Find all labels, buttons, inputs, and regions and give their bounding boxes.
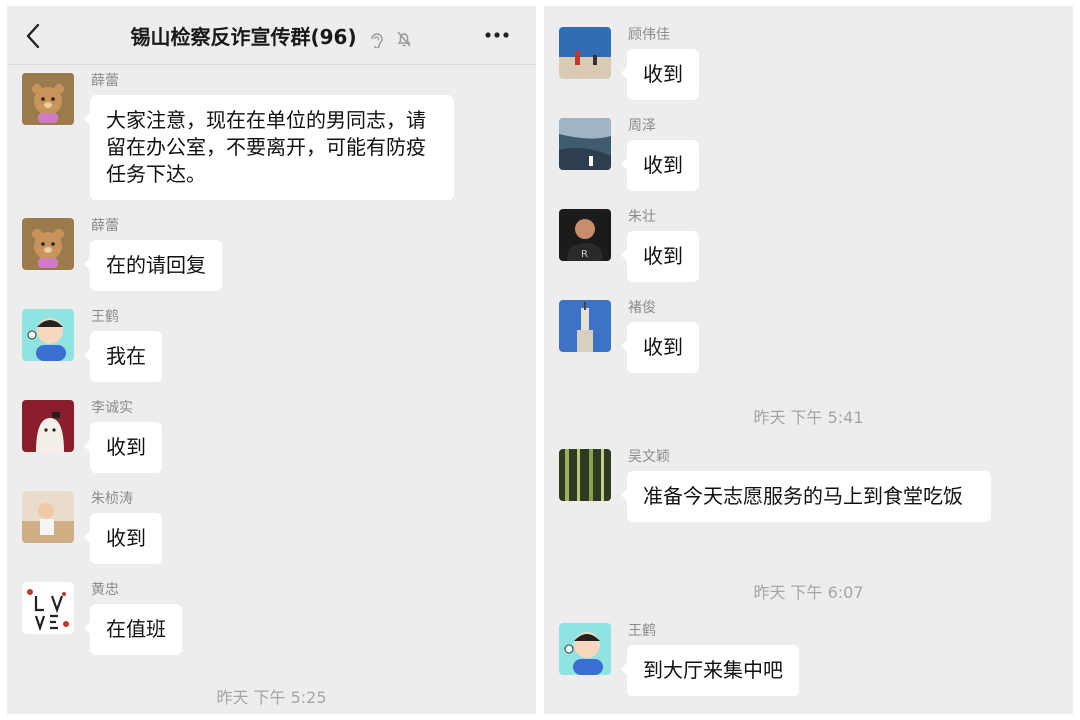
sender-name: 王鹤 <box>628 623 656 639</box>
earpiece-icon <box>370 32 383 48</box>
tower-photo-avatar[interactable] <box>559 300 611 352</box>
beach-photo-avatar[interactable] <box>559 27 611 79</box>
coast-photo-avatar[interactable] <box>559 118 611 170</box>
sender-name: 李诚实 <box>91 400 133 416</box>
message-bubble[interactable]: 到大厅来集中吧 <box>621 645 799 696</box>
sender-name: 朱壮 <box>628 209 656 225</box>
message-bubble[interactable]: 收到 <box>84 513 162 564</box>
cartoon-man-avatar[interactable] <box>559 623 611 675</box>
sender-name: 王鹤 <box>91 309 119 325</box>
message-bubble[interactable]: 收到 <box>84 422 162 473</box>
message-bubble[interactable]: 大家注意，现在在单位的男同志，请留在办公室，不要离开，可能有防疫任务下达。 <box>84 95 454 200</box>
sender-name: 薛蕾 <box>91 73 119 89</box>
message-bubble[interactable]: 收到 <box>621 140 699 191</box>
sender-name: 褚俊 <box>628 300 656 316</box>
sender-name: 顾伟佳 <box>628 27 670 43</box>
chat-title-wrap: 锡山检察反诈宣传群(96) <box>7 21 536 50</box>
cartoon-bird-avatar[interactable] <box>22 400 74 452</box>
message-bubble[interactable]: 准备今天志愿服务的马上到食堂吃饭 <box>621 471 991 522</box>
sender-name: 朱桢涛 <box>91 491 133 507</box>
message-bubble[interactable]: 收到 <box>621 49 699 100</box>
svg-text:R: R <box>581 249 588 260</box>
sender-name: 吴文颖 <box>628 449 670 465</box>
chat-title: 锡山检察反诈宣传群(96) <box>130 25 357 49</box>
chat-header: 锡山检察反诈宣传群(96) <box>7 6 536 65</box>
sender-name: 周泽 <box>628 118 656 134</box>
cartoon-man-avatar[interactable] <box>22 309 74 361</box>
love-text-avatar[interactable] <box>22 582 74 634</box>
message-bubble[interactable]: 在的请回复 <box>84 240 222 291</box>
chat-screen-left: 锡山检察反诈宣传群(96) 薛蕾 大家注意，现在在单位的男同志，请留在办公室，不… <box>7 6 536 714</box>
timestamp: 昨天 下午 5:25 <box>216 688 327 707</box>
bear-avatar[interactable] <box>22 73 74 125</box>
sender-name: 黄忠 <box>91 582 119 598</box>
mute-bell-icon <box>396 31 411 46</box>
bear-avatar[interactable] <box>22 218 74 270</box>
timestamp: 昨天 下午 6:07 <box>753 583 864 602</box>
portrait-photo-avatar[interactable]: R <box>559 209 611 261</box>
chat-screen-right: 顾伟佳 收到 周泽 收到 R 朱壮 收到 褚俊 收到 昨天 下午 5:41 吴文… <box>544 6 1073 714</box>
bamboo-photo-avatar[interactable] <box>559 449 611 501</box>
message-bubble[interactable]: 收到 <box>621 322 699 373</box>
child-photo-avatar[interactable] <box>22 491 74 543</box>
message-bubble[interactable]: 在值班 <box>84 604 182 655</box>
sender-name: 薛蕾 <box>91 218 119 234</box>
message-bubble[interactable]: 我在 <box>84 331 162 382</box>
more-options-icon[interactable] <box>484 28 510 42</box>
timestamp: 昨天 下午 5:41 <box>753 408 864 427</box>
message-bubble[interactable]: 收到 <box>621 231 699 282</box>
